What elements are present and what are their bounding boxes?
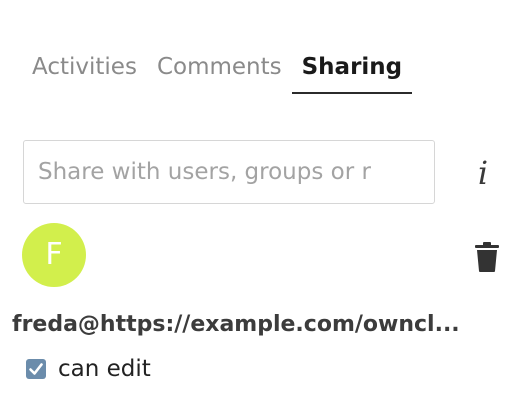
avatar: F xyxy=(22,223,86,287)
tab-bar: Activities Comments Sharing xyxy=(22,46,413,102)
can-edit-checkbox[interactable] xyxy=(26,359,46,379)
share-search-input[interactable] xyxy=(23,140,435,204)
can-edit-label[interactable]: can edit xyxy=(58,356,151,382)
permission-can-edit[interactable]: can edit xyxy=(26,352,151,386)
tab-sharing[interactable]: Sharing xyxy=(291,46,413,94)
trash-icon[interactable] xyxy=(474,242,500,272)
share-recipient-name: freda@https://example.com/owncl... xyxy=(12,312,460,337)
tab-comments[interactable]: Comments xyxy=(147,46,292,94)
info-icon[interactable]: i xyxy=(470,154,496,192)
checkmark-icon xyxy=(29,363,43,375)
tab-activities[interactable]: Activities xyxy=(22,46,147,94)
